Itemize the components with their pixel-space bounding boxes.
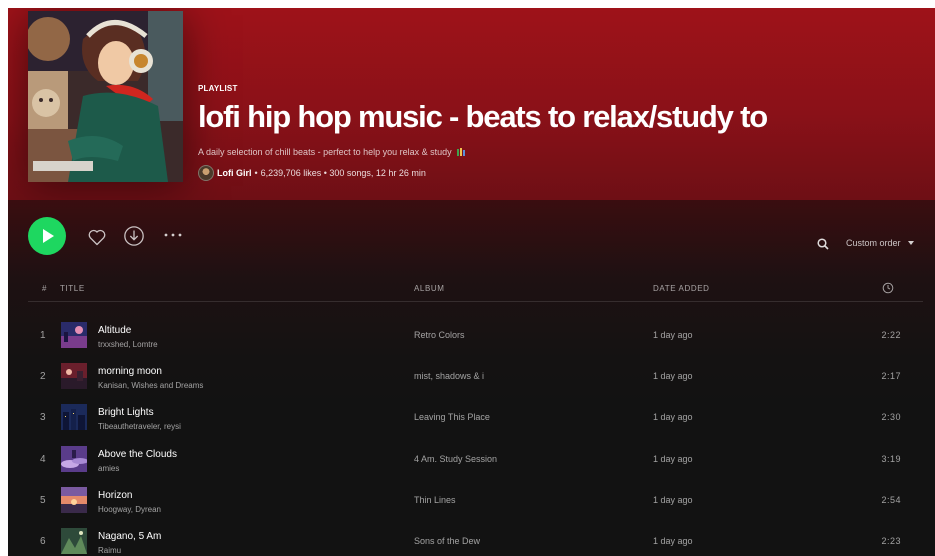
caret-down-icon	[907, 241, 914, 245]
track-row[interactable]: 5 Horizon Hoogway, Dyrean Thin Lines 1 d…	[28, 480, 923, 521]
track-row[interactable]: 3 Bright Lights Tibeauthetraveler, reysi…	[28, 397, 923, 438]
track-artists[interactable]: Raimu	[98, 546, 121, 555]
playlist-header-text: PLAYLIST lofi hip hop music - beats to r…	[198, 84, 918, 181]
track-artwork	[61, 486, 87, 513]
track-artwork	[61, 322, 87, 348]
track-artists[interactable]: amies	[98, 464, 119, 473]
track-artists[interactable]: Kanisan, Wishes and Dreams	[98, 381, 203, 390]
track-date-added: 1 day ago	[653, 371, 693, 382]
playlist-description-text: A daily selection of chill beats - perfe…	[198, 147, 452, 157]
owner-link[interactable]: Lofi Girl	[217, 168, 252, 178]
owner-avatar[interactable]	[198, 165, 214, 181]
track-artwork	[61, 527, 87, 554]
playlist-cover-art	[28, 11, 183, 182]
track-row[interactable]: 1 Altitude trxxshed, Lomtre Retro Colors…	[28, 315, 923, 356]
sort-label: Custom order	[846, 238, 901, 248]
track-artwork	[61, 404, 87, 431]
sort-dropdown[interactable]: Custom order	[846, 238, 914, 248]
track-duration: 2:54	[881, 494, 901, 505]
track-date-added: 1 day ago	[653, 535, 693, 546]
track-artists[interactable]: Hoogway, Dyrean	[98, 505, 161, 514]
track-artwork	[61, 445, 87, 472]
track-artists[interactable]: Tibeauthetraveler, reysi	[98, 422, 181, 431]
track-date-added: 1 day ago	[653, 330, 693, 340]
track-title[interactable]: Above the Clouds	[98, 449, 177, 460]
search-icon[interactable]	[816, 237, 830, 251]
track-title[interactable]: morning moon	[98, 366, 162, 377]
playlist-description: A daily selection of chill beats - perfe…	[198, 147, 918, 157]
track-album[interactable]: mist, shadows & i	[414, 371, 484, 381]
track-title[interactable]: Altitude	[98, 325, 131, 336]
header-album: ALBUM	[414, 284, 445, 293]
playlist-stats: 6,239,706 likes • 300 songs, 12 hr 26 mi…	[260, 168, 426, 178]
track-album[interactable]: Retro Colors	[414, 330, 465, 340]
playlist-title: lofi hip hop music - beats to relax/stud…	[198, 99, 768, 134]
track-title[interactable]: Nagano, 5 Am	[98, 531, 161, 542]
play-button[interactable]	[28, 217, 66, 255]
heart-icon[interactable]	[87, 227, 107, 247]
track-artwork	[61, 363, 87, 390]
track-row[interactable]: 2 morning moon Kanisan, Wishes and Dream…	[28, 356, 923, 397]
track-duration: 2:22	[881, 330, 901, 340]
track-album[interactable]: 4 Am. Study Session	[414, 454, 497, 464]
track-album[interactable]: Leaving This Place	[414, 412, 490, 422]
track-date-added: 1 day ago	[653, 494, 693, 505]
track-artists[interactable]: trxxshed, Lomtre	[98, 340, 158, 349]
clock-icon	[882, 282, 894, 294]
header-number: #	[42, 284, 48, 293]
track-album[interactable]: Thin Lines	[414, 495, 456, 505]
track-duration: 2:17	[881, 371, 901, 382]
track-duration: 2:23	[881, 535, 901, 546]
track-date-added: 1 day ago	[653, 412, 693, 423]
track-number: 2	[40, 371, 46, 383]
track-title[interactable]: Horizon	[98, 490, 132, 501]
tracklist-header: # TITLE ALBUM DATE ADDED	[28, 280, 923, 302]
download-icon[interactable]	[123, 225, 145, 247]
spotify-playlist-view: PLAYLIST lofi hip hop music - beats to r…	[8, 8, 935, 556]
playlist-header: PLAYLIST lofi hip hop music - beats to r…	[8, 8, 935, 200]
tracklist: 1 Altitude trxxshed, Lomtre Retro Colors…	[28, 315, 923, 556]
action-bar: Custom order	[8, 200, 935, 280]
header-date-added: DATE ADDED	[653, 284, 710, 293]
track-number: 6	[40, 535, 46, 547]
track-number: 5	[40, 494, 46, 506]
track-row[interactable]: 4 Above the Clouds amies 4 Am. Study Ses…	[28, 439, 923, 480]
track-number: 4	[40, 453, 46, 465]
track-number: 3	[40, 412, 46, 424]
track-duration: 3:19	[881, 453, 901, 464]
playlist-type-label: PLAYLIST	[198, 84, 238, 93]
more-icon[interactable]	[162, 225, 184, 245]
track-number: 1	[40, 330, 46, 341]
track-row[interactable]: 6 Nagano, 5 Am Raimu Sons of the Dew 1 d…	[28, 521, 923, 556]
track-date-added: 1 day ago	[653, 453, 693, 464]
header-title: TITLE	[60, 284, 85, 293]
books-icon	[457, 148, 466, 156]
track-album[interactable]: Sons of the Dew	[414, 536, 480, 546]
meta-separator: •	[254, 168, 258, 178]
track-duration: 2:30	[881, 412, 901, 423]
track-title[interactable]: Bright Lights	[98, 407, 154, 418]
playlist-meta: Lofi Girl • 6,239,706 likes • 300 songs,…	[198, 165, 918, 181]
